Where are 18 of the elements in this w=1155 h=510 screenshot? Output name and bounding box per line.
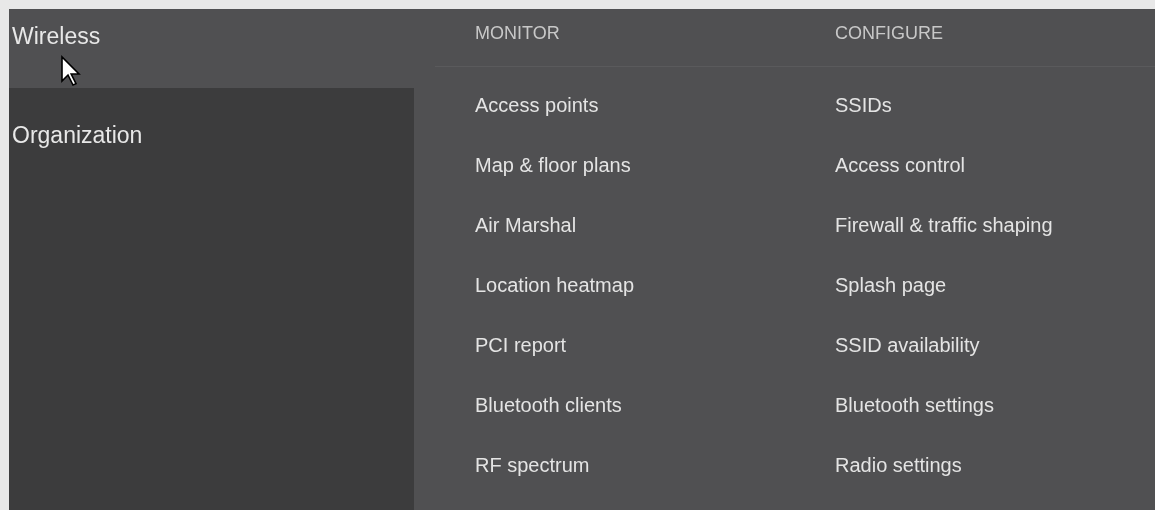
menu-link[interactable]: Radio settings bbox=[835, 450, 962, 510]
menu-link[interactable]: Air Marshal bbox=[475, 210, 577, 270]
menu-link[interactable]: Splash page bbox=[835, 270, 947, 330]
menu-link[interactable]: Bluetooth clients bbox=[475, 390, 622, 450]
sidebar-item[interactable]: Wireless bbox=[9, 9, 414, 88]
menu-link[interactable]: RF spectrum bbox=[475, 450, 590, 510]
menu-link[interactable]: Access points bbox=[475, 90, 599, 150]
column-heading: CONFIGURE bbox=[835, 23, 943, 43]
cursor-icon bbox=[60, 55, 84, 87]
menu-link[interactable]: Access control bbox=[835, 150, 966, 210]
menu-link[interactable]: Firewall & traffic shaping bbox=[835, 210, 1053, 270]
menu-link[interactable]: SSID availability bbox=[835, 330, 980, 390]
menu-link[interactable]: Map & floor plans bbox=[475, 150, 631, 210]
menu-link[interactable]: PCI report bbox=[475, 330, 567, 390]
column-heading: MONITOR bbox=[475, 23, 560, 43]
menu-link[interactable]: SSIDs bbox=[835, 90, 892, 150]
menu-link[interactable]: Bluetooth settings bbox=[835, 390, 994, 450]
menu-link[interactable]: Location heatmap bbox=[475, 270, 634, 330]
